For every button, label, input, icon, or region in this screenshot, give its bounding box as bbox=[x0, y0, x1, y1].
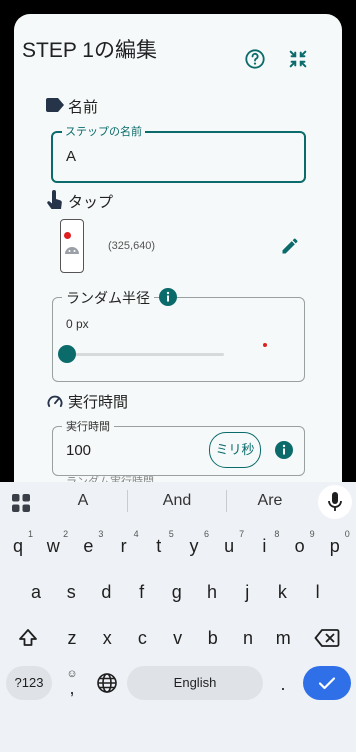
key-o[interactable]: o9 bbox=[283, 526, 317, 566]
random-radius-label: ランダム半径 bbox=[62, 288, 154, 308]
random-exec-time-label: ランダム実行時間 bbox=[66, 476, 154, 482]
key-j[interactable]: j bbox=[230, 572, 264, 612]
apps-grid-icon[interactable] bbox=[11, 493, 31, 513]
suggestion-1[interactable]: A bbox=[38, 492, 128, 510]
exec-time-value[interactable]: 100 bbox=[66, 442, 91, 459]
key-number-hint: 9 bbox=[309, 529, 315, 539]
key-s[interactable]: s bbox=[54, 572, 88, 612]
tap-point-marker bbox=[64, 232, 71, 239]
key-q[interactable]: q1 bbox=[1, 526, 35, 566]
label-tag-icon bbox=[46, 98, 64, 112]
key-h[interactable]: h bbox=[195, 572, 229, 612]
enter-key[interactable] bbox=[303, 666, 351, 700]
edit-pencil-icon[interactable] bbox=[280, 236, 300, 256]
speedometer-icon bbox=[46, 393, 64, 409]
key-z[interactable]: z bbox=[55, 618, 89, 658]
key-l[interactable]: l bbox=[301, 572, 335, 612]
key-v[interactable]: v bbox=[161, 618, 195, 658]
dialog-title: STEP 1の編集 bbox=[22, 39, 157, 62]
exec-time-field-label: 実行時間 bbox=[62, 418, 114, 434]
suggestion-3[interactable]: Are bbox=[225, 492, 315, 510]
key-k[interactable]: k bbox=[265, 572, 299, 612]
backspace-key[interactable] bbox=[314, 628, 340, 648]
key-r[interactable]: r4 bbox=[107, 526, 141, 566]
unit-ms-button[interactable]: ミリ秒 bbox=[209, 432, 261, 468]
key-c[interactable]: c bbox=[125, 618, 159, 658]
key-number-hint: 4 bbox=[133, 529, 139, 539]
key-u[interactable]: u7 bbox=[212, 526, 246, 566]
radius-slider-track[interactable] bbox=[66, 353, 224, 356]
key-x[interactable]: x bbox=[90, 618, 124, 658]
key-p[interactable]: p0 bbox=[318, 526, 352, 566]
microphone-icon bbox=[328, 492, 342, 512]
comma-label: , bbox=[69, 678, 75, 698]
key-number-hint: 0 bbox=[344, 529, 350, 539]
key-number-hint: 8 bbox=[274, 529, 280, 539]
radius-preview-dot bbox=[263, 343, 267, 347]
key-number-hint: 7 bbox=[239, 529, 245, 539]
key-d[interactable]: d bbox=[89, 572, 123, 612]
info-icon[interactable] bbox=[159, 288, 177, 306]
key-number-hint: 5 bbox=[168, 529, 174, 539]
suggestion-2[interactable]: And bbox=[132, 492, 222, 510]
suggestion-divider bbox=[127, 490, 128, 512]
shift-key[interactable] bbox=[17, 627, 39, 649]
touch-hand-icon bbox=[46, 190, 64, 212]
suggestion-strip: A And Are bbox=[0, 482, 356, 522]
help-icon[interactable] bbox=[244, 48, 266, 70]
android-icon bbox=[64, 242, 80, 254]
key-w[interactable]: w2 bbox=[36, 526, 70, 566]
phone-preview bbox=[60, 219, 84, 273]
tap-coordinates: (325,640) bbox=[108, 240, 156, 252]
key-t[interactable]: t5 bbox=[142, 526, 176, 566]
key-i[interactable]: i8 bbox=[247, 526, 281, 566]
name-section-label: 名前 bbox=[68, 99, 99, 116]
key-b[interactable]: b bbox=[196, 618, 230, 658]
key-a[interactable]: a bbox=[19, 572, 53, 612]
emoji-comma-key[interactable]: ☺ , bbox=[62, 668, 82, 698]
key-number-hint: 6 bbox=[203, 529, 209, 539]
language-globe-icon[interactable] bbox=[96, 672, 118, 694]
exec-section-label: 実行時間 bbox=[68, 394, 129, 411]
key-number-hint: 3 bbox=[98, 529, 104, 539]
key-number-hint: 1 bbox=[27, 529, 33, 539]
period-key[interactable]: . bbox=[276, 670, 290, 698]
space-bar[interactable]: English bbox=[127, 666, 263, 700]
tap-section-label: タップ bbox=[68, 194, 114, 211]
random-radius-value: 0 px bbox=[66, 317, 89, 331]
key-e[interactable]: e3 bbox=[71, 526, 105, 566]
symbols-key[interactable]: ?123 bbox=[6, 666, 52, 700]
step-name-field-label: ステップの名前 bbox=[62, 123, 145, 139]
checkmark-icon bbox=[317, 673, 337, 693]
key-n[interactable]: n bbox=[231, 618, 265, 658]
key-y[interactable]: y6 bbox=[177, 526, 211, 566]
collapse-icon[interactable] bbox=[287, 48, 309, 70]
key-number-hint: 2 bbox=[63, 529, 69, 539]
key-m[interactable]: m bbox=[266, 618, 300, 658]
key-g[interactable]: g bbox=[160, 572, 194, 612]
step-name-value[interactable]: A bbox=[66, 148, 76, 165]
exec-info-icon[interactable] bbox=[275, 441, 293, 459]
random-radius-box bbox=[52, 297, 305, 382]
radius-slider-thumb[interactable] bbox=[58, 345, 76, 363]
key-f[interactable]: f bbox=[125, 572, 159, 612]
